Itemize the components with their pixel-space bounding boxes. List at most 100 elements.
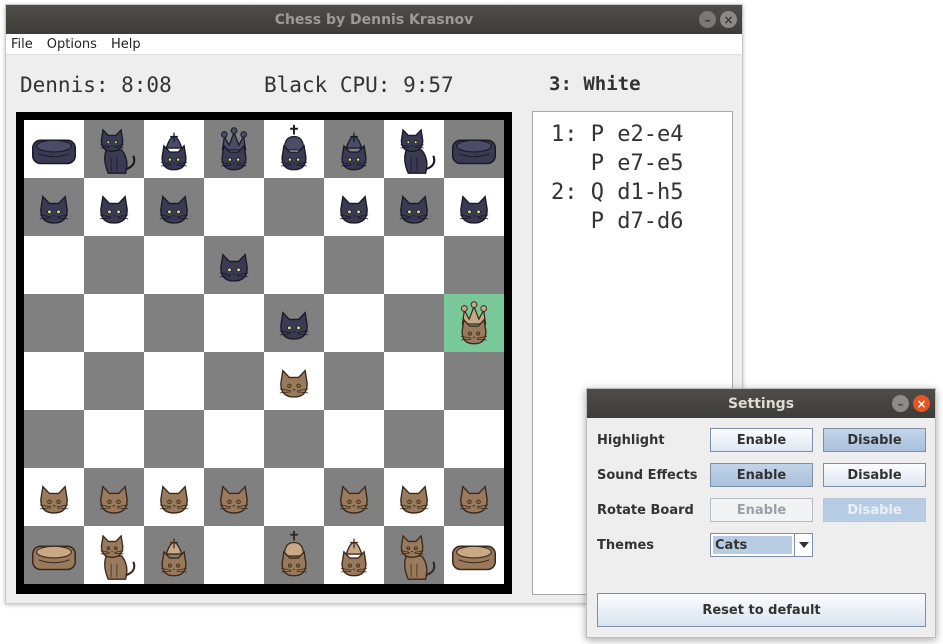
square-a7[interactable] bbox=[24, 178, 84, 236]
square-e5[interactable] bbox=[264, 294, 324, 352]
square-c1[interactable] bbox=[144, 526, 204, 584]
main-titlebar[interactable]: Chess by Dennis Krasnov – × bbox=[6, 5, 742, 34]
square-e1[interactable] bbox=[264, 526, 324, 584]
square-f4[interactable] bbox=[324, 352, 384, 410]
highlight-enable-button[interactable]: Enable bbox=[710, 428, 813, 452]
square-e3[interactable] bbox=[264, 410, 324, 468]
square-d1[interactable] bbox=[204, 526, 264, 584]
menu-help[interactable]: Help bbox=[111, 37, 141, 52]
square-b2[interactable] bbox=[84, 468, 144, 526]
square-h3[interactable] bbox=[444, 410, 504, 468]
white-cat-pawn-icon[interactable] bbox=[385, 469, 443, 525]
sound-enable-button[interactable]: Enable bbox=[710, 463, 813, 487]
square-f3[interactable] bbox=[324, 410, 384, 468]
black-cat-pawn-icon[interactable] bbox=[325, 179, 383, 235]
minimize-icon[interactable]: – bbox=[892, 395, 909, 412]
square-d6[interactable] bbox=[204, 236, 264, 294]
square-a6[interactable] bbox=[24, 236, 84, 294]
black-sitting-cat-knight-icon[interactable] bbox=[85, 121, 143, 177]
square-g7[interactable] bbox=[384, 178, 444, 236]
white-cat-pawn-icon[interactable] bbox=[205, 469, 263, 525]
square-b5[interactable] bbox=[84, 294, 144, 352]
square-f7[interactable] bbox=[324, 178, 384, 236]
square-f6[interactable] bbox=[324, 236, 384, 294]
square-e2[interactable] bbox=[264, 468, 324, 526]
white-cat-bishop-icon[interactable] bbox=[325, 527, 383, 583]
black-cat-bishop-icon[interactable] bbox=[325, 121, 383, 177]
menu-file[interactable]: File bbox=[11, 37, 33, 52]
white-cat-bishop-icon[interactable] bbox=[145, 527, 203, 583]
black-cat-pawn-icon[interactable] bbox=[445, 179, 503, 235]
square-a2[interactable] bbox=[24, 468, 84, 526]
square-b6[interactable] bbox=[84, 236, 144, 294]
white-sitting-cat-knight-icon[interactable] bbox=[385, 527, 443, 583]
square-d2[interactable] bbox=[204, 468, 264, 526]
menu-options[interactable]: Options bbox=[47, 37, 97, 52]
square-e6[interactable] bbox=[264, 236, 324, 294]
white-sitting-cat-knight-icon[interactable] bbox=[85, 527, 143, 583]
square-g4[interactable] bbox=[384, 352, 444, 410]
black-cat-bed-rook-icon[interactable] bbox=[445, 121, 503, 177]
square-b3[interactable] bbox=[84, 410, 144, 468]
white-cat-king-icon[interactable] bbox=[265, 527, 323, 583]
white-cat-bed-rook-icon[interactable] bbox=[25, 527, 83, 583]
square-a5[interactable] bbox=[24, 294, 84, 352]
square-b7[interactable] bbox=[84, 178, 144, 236]
black-cat-pawn-icon[interactable] bbox=[205, 237, 263, 293]
black-cat-king-icon[interactable] bbox=[265, 121, 323, 177]
square-c7[interactable] bbox=[144, 178, 204, 236]
square-e7[interactable] bbox=[264, 178, 324, 236]
square-f8[interactable] bbox=[324, 120, 384, 178]
black-cat-pawn-icon[interactable] bbox=[145, 179, 203, 235]
square-c8[interactable] bbox=[144, 120, 204, 178]
square-d3[interactable] bbox=[204, 410, 264, 468]
themes-select[interactable]: Cats bbox=[710, 533, 813, 557]
square-f1[interactable] bbox=[324, 526, 384, 584]
black-cat-queen-icon[interactable] bbox=[205, 121, 263, 177]
close-icon[interactable]: × bbox=[720, 11, 737, 28]
square-h7[interactable] bbox=[444, 178, 504, 236]
chess-board[interactable] bbox=[24, 120, 504, 586]
black-cat-pawn-icon[interactable] bbox=[265, 295, 323, 351]
square-h1[interactable] bbox=[444, 526, 504, 584]
white-cat-pawn-icon[interactable] bbox=[445, 469, 503, 525]
black-cat-bed-rook-icon[interactable] bbox=[25, 121, 83, 177]
square-c5[interactable] bbox=[144, 294, 204, 352]
white-cat-bed-rook-icon[interactable] bbox=[445, 527, 503, 583]
white-cat-pawn-icon[interactable] bbox=[325, 469, 383, 525]
square-g3[interactable] bbox=[384, 410, 444, 468]
square-a8[interactable] bbox=[24, 120, 84, 178]
black-sitting-cat-knight-icon[interactable] bbox=[385, 121, 443, 177]
close-icon[interactable]: × bbox=[913, 395, 930, 412]
white-cat-queen-icon[interactable] bbox=[445, 295, 503, 351]
square-h8[interactable] bbox=[444, 120, 504, 178]
square-f2[interactable] bbox=[324, 468, 384, 526]
settings-titlebar[interactable]: Settings – × bbox=[587, 389, 935, 418]
chevron-down-icon[interactable] bbox=[794, 534, 812, 556]
square-d5[interactable] bbox=[204, 294, 264, 352]
square-e4[interactable] bbox=[264, 352, 324, 410]
square-d7[interactable] bbox=[204, 178, 264, 236]
white-cat-pawn-icon[interactable] bbox=[85, 469, 143, 525]
black-cat-pawn-icon[interactable] bbox=[25, 179, 83, 235]
highlight-disable-button[interactable]: Disable bbox=[823, 428, 926, 452]
square-c6[interactable] bbox=[144, 236, 204, 294]
square-b8[interactable] bbox=[84, 120, 144, 178]
square-h5[interactable] bbox=[444, 294, 504, 352]
square-d4[interactable] bbox=[204, 352, 264, 410]
black-cat-pawn-icon[interactable] bbox=[85, 179, 143, 235]
black-cat-bishop-icon[interactable] bbox=[145, 121, 203, 177]
white-cat-pawn-icon[interactable] bbox=[25, 469, 83, 525]
square-b4[interactable] bbox=[84, 352, 144, 410]
square-g1[interactable] bbox=[384, 526, 444, 584]
minimize-icon[interactable]: – bbox=[699, 11, 716, 28]
square-c4[interactable] bbox=[144, 352, 204, 410]
square-h4[interactable] bbox=[444, 352, 504, 410]
white-cat-pawn-icon[interactable] bbox=[265, 353, 323, 409]
white-cat-pawn-icon[interactable] bbox=[145, 469, 203, 525]
square-a4[interactable] bbox=[24, 352, 84, 410]
sound-disable-button[interactable]: Disable bbox=[823, 463, 926, 487]
square-h6[interactable] bbox=[444, 236, 504, 294]
square-g8[interactable] bbox=[384, 120, 444, 178]
reset-to-default-button[interactable]: Reset to default bbox=[597, 593, 926, 627]
